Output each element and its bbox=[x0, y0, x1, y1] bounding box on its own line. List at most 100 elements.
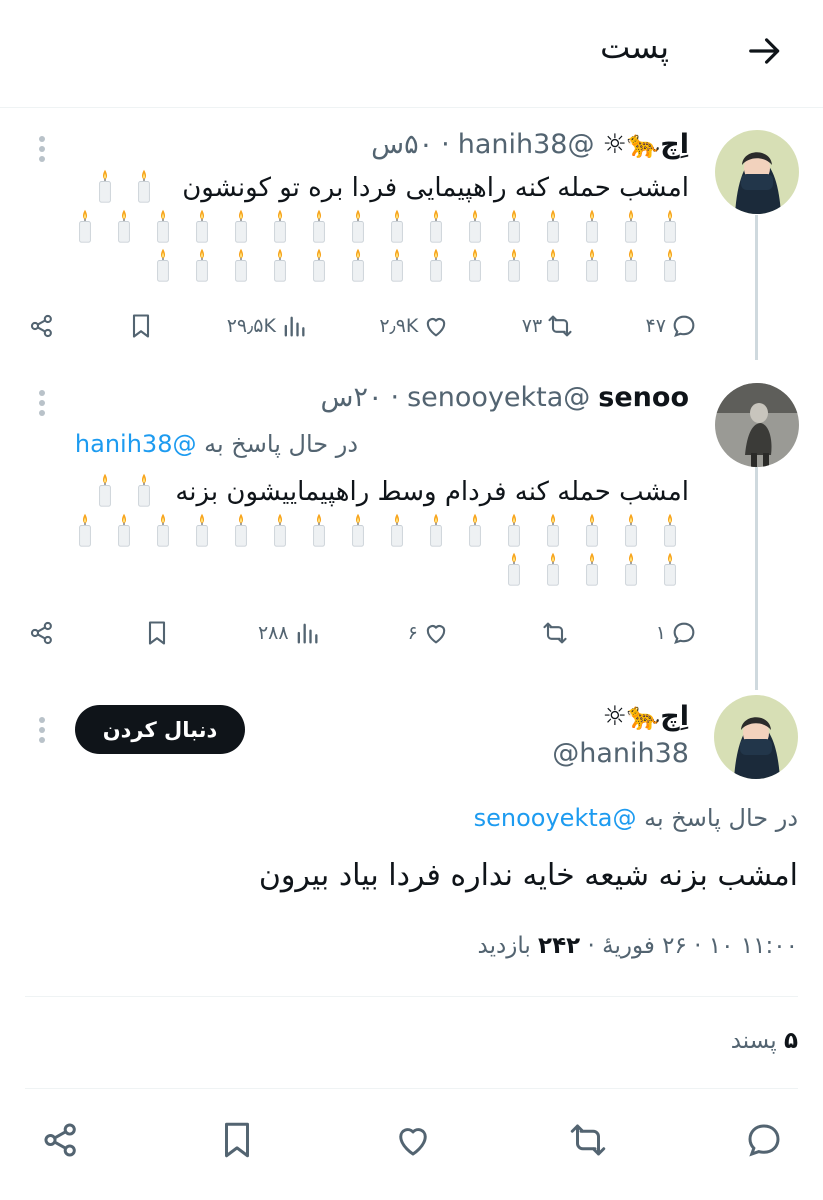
timestamp[interactable]: ۵۰س bbox=[371, 129, 433, 160]
handle[interactable]: @hanih38 bbox=[458, 129, 595, 160]
share-icon[interactable] bbox=[40, 1119, 82, 1161]
candle-emoji bbox=[143, 208, 182, 247]
display-name[interactable]: اِچ🐆☼ bbox=[602, 700, 689, 732]
avatar[interactable] bbox=[714, 695, 798, 779]
candle-emoji bbox=[611, 208, 650, 247]
candle-emoji bbox=[182, 512, 221, 551]
like-button[interactable]: ۶ bbox=[408, 619, 450, 647]
heart-icon[interactable] bbox=[392, 1119, 434, 1161]
timestamp[interactable]: ۲۰س bbox=[321, 382, 383, 413]
share-icon bbox=[30, 621, 52, 645]
candle-emoji bbox=[611, 551, 650, 590]
candle-emoji bbox=[533, 512, 572, 551]
analytics-icon bbox=[297, 623, 318, 644]
retweet-icon[interactable] bbox=[567, 1119, 609, 1161]
candle-emoji bbox=[455, 512, 494, 551]
display-name[interactable]: اِچ🐆☼ bbox=[602, 128, 689, 160]
bookmark-button[interactable] bbox=[127, 312, 155, 340]
candle-emoji bbox=[104, 208, 143, 247]
tweet-header: اِچ🐆☼ @hanih38 · ۵۰س bbox=[371, 128, 689, 161]
views-button[interactable]: ۲۹٫۵K bbox=[227, 312, 308, 340]
tweet-text: امشب حمله کنه راهپیمایی فردا بره تو کونش… bbox=[182, 173, 689, 203]
reply-context: در حال پاسخ به @hanih38 bbox=[74, 430, 358, 458]
candle-emoji bbox=[611, 512, 650, 551]
retweet-button[interactable]: ۷۳ bbox=[522, 312, 574, 340]
retweet-icon bbox=[543, 622, 567, 644]
candle-emoji bbox=[299, 247, 338, 286]
candle-emoji bbox=[65, 512, 104, 551]
candle-emoji bbox=[182, 208, 221, 247]
more-options-icon[interactable] bbox=[30, 132, 54, 166]
likes-summary[interactable]: ۵ پسند bbox=[731, 1028, 798, 1054]
handle[interactable]: @hanih38 bbox=[552, 738, 689, 769]
back-arrow-icon[interactable] bbox=[740, 28, 790, 74]
more-options-icon[interactable] bbox=[30, 713, 54, 747]
candle-emoji bbox=[338, 208, 377, 247]
candle-row bbox=[85, 472, 163, 511]
candle-emoji bbox=[611, 247, 650, 286]
candle-emoji bbox=[416, 208, 455, 247]
candle-emoji bbox=[338, 512, 377, 551]
tweet-text: امشب بزنه شیعه خایه نداره فردا بیاد بیرو… bbox=[258, 858, 798, 893]
timestamp[interactable]: ۱۱:۰۰ ۱۰ · ۲۶ فوریهٔ bbox=[602, 933, 798, 959]
avatar[interactable] bbox=[715, 383, 799, 467]
top-bar bbox=[0, 0, 823, 108]
candle-emoji bbox=[650, 551, 689, 590]
heart-icon bbox=[426, 625, 446, 644]
divider bbox=[25, 1088, 798, 1089]
share-button[interactable] bbox=[28, 619, 56, 647]
candle-emoji bbox=[85, 168, 124, 207]
candle-emoji bbox=[533, 247, 572, 286]
bookmark-icon bbox=[148, 621, 166, 645]
candle-emoji bbox=[494, 208, 533, 247]
views-label: بازدید bbox=[477, 933, 531, 959]
candle-emoji bbox=[299, 512, 338, 551]
tweet-text: امشب حمله کنه فردام وسط راهپیماییشون بزن… bbox=[175, 477, 689, 507]
candle-emoji bbox=[650, 208, 689, 247]
candle-row bbox=[29, 512, 689, 590]
retweet-icon bbox=[548, 315, 572, 337]
more-options-icon[interactable] bbox=[30, 386, 54, 420]
candle-emoji bbox=[416, 512, 455, 551]
reply-icon[interactable] bbox=[743, 1119, 785, 1161]
tweet-actions: ۴۷ ۷۳ ۲٫۹K ۲۹٫۵K bbox=[28, 305, 698, 347]
views-count: ۲۴۲ bbox=[538, 933, 581, 959]
candle-emoji bbox=[260, 512, 299, 551]
candle-emoji bbox=[455, 208, 494, 247]
candle-emoji bbox=[260, 208, 299, 247]
candle-emoji bbox=[572, 551, 611, 590]
share-button[interactable] bbox=[28, 312, 56, 340]
display-name[interactable]: senoo bbox=[598, 382, 689, 413]
heart-icon bbox=[427, 318, 446, 337]
candle-emoji bbox=[124, 168, 163, 207]
reply-button[interactable]: ۴۷ bbox=[646, 312, 698, 340]
follow-button[interactable]: دنبال کردن bbox=[75, 705, 245, 754]
reply-to-link[interactable]: @senooyekta bbox=[474, 804, 637, 832]
thread-connector bbox=[755, 460, 758, 690]
like-button[interactable]: ۲٫۹K bbox=[379, 312, 450, 340]
handle[interactable]: @senooyekta bbox=[407, 382, 590, 413]
retweet-button[interactable] bbox=[537, 619, 569, 647]
bookmark-icon[interactable] bbox=[216, 1119, 258, 1161]
candle-emoji bbox=[65, 208, 104, 247]
candle-emoji bbox=[338, 247, 377, 286]
candle-emoji bbox=[533, 208, 572, 247]
candle-emoji bbox=[221, 247, 260, 286]
avatar[interactable] bbox=[715, 130, 799, 214]
reply-to-link[interactable]: @hanih38 bbox=[75, 430, 197, 458]
bookmark-button[interactable] bbox=[143, 619, 171, 647]
candle-emoji bbox=[221, 512, 260, 551]
candle-emoji bbox=[533, 551, 572, 590]
tweet-meta: ۱۱:۰۰ ۱۰ · ۲۶ فوریهٔ · ۲۴۲ بازدید bbox=[477, 933, 799, 959]
likes-count: ۵ bbox=[783, 1028, 798, 1054]
likes-label: پسند bbox=[730, 1028, 777, 1054]
reply-button[interactable]: ۱ bbox=[656, 619, 698, 647]
candle-emoji bbox=[572, 512, 611, 551]
thread-connector bbox=[755, 215, 758, 360]
candle-emoji bbox=[416, 247, 455, 286]
candle-emoji bbox=[143, 247, 182, 286]
candle-emoji bbox=[104, 512, 143, 551]
analytics-icon bbox=[284, 316, 305, 337]
main-tweet-actions bbox=[40, 1110, 785, 1170]
views-button[interactable]: ۲۸۸ bbox=[258, 619, 321, 647]
